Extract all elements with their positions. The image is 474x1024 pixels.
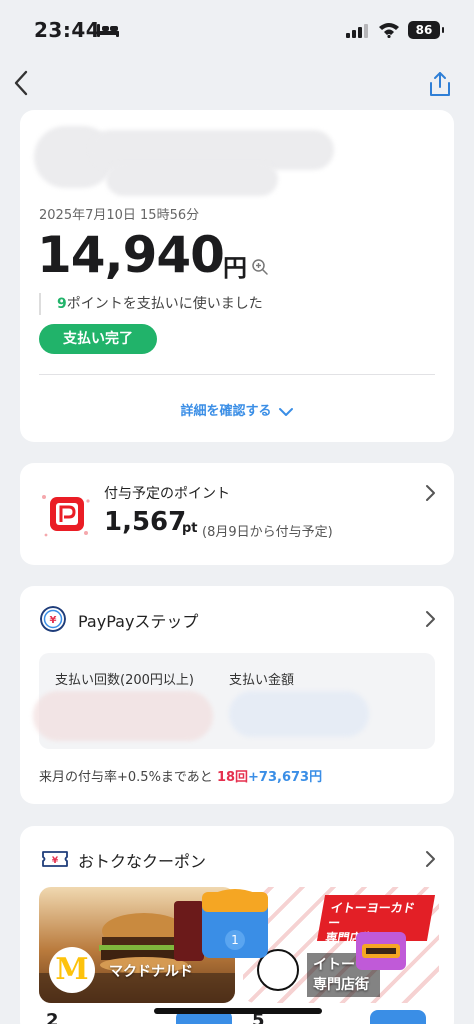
points-used-count: 9 — [57, 296, 67, 312]
merchant-name-redacted-2 — [106, 162, 278, 196]
chevron-down-icon — [278, 407, 293, 416]
step-progress-box: 支払い回数(200円以上) 支払い金額 — [33, 653, 435, 749]
step-note-prefix: 来月の付与率+0.5%まであと — [39, 770, 213, 785]
view-details-link[interactable]: 詳細を確認する — [20, 400, 454, 419]
bottom-action-button-2[interactable] — [370, 1010, 426, 1024]
reward-points-unit: pt — [182, 521, 198, 536]
battery-indicator: 86 — [408, 21, 444, 39]
back-arrow-icon[interactable] — [10, 68, 34, 98]
reward-points-value: 1,567 — [104, 507, 187, 537]
paypay-step-card[interactable]: ¥ PayPayステップ 支払い回数(200円以上) 支払い金額 来月の付与率+… — [20, 586, 454, 804]
svg-text:¥: ¥ — [52, 856, 59, 866]
chevron-right-icon — [426, 611, 435, 627]
reward-title: 付与予定のポイント — [104, 486, 230, 502]
reward-grant-date: (8月9日から付与予定) — [202, 525, 333, 540]
bottom-value-1: 2 — [46, 1010, 59, 1024]
points-used-text: ポイントを支払いに使いました — [66, 296, 263, 312]
wifi-icon — [379, 23, 399, 38]
remaining-count: 18回 — [216, 770, 249, 785]
share-icon[interactable] — [426, 70, 454, 98]
paypay-step-badge-icon: ¥ — [40, 606, 66, 632]
zoom-in-icon[interactable] — [251, 258, 269, 276]
points-used-line: 9ポイントを支払いに使いました — [39, 293, 263, 315]
payment-count-redacted — [33, 691, 213, 741]
mcdonalds-m-logo: M — [55, 952, 89, 987]
coupon-merchant-name: マクドナルド — [109, 964, 193, 980]
svg-text:¥: ¥ — [50, 615, 57, 626]
step-remaining-note: 来月の付与率+0.5%まであと 18回+73,673円 — [39, 766, 322, 785]
payment-summary-card: 2025年7月10日 15時56分 14,940 円 9ポイントを支払いに使いま… — [20, 110, 454, 442]
step-title: PayPayステップ — [78, 612, 199, 631]
reward-points-card[interactable]: 付与予定のポイント 1,567 pt (8月9日から付与予定) — [20, 463, 454, 565]
sleep-mode-icon — [97, 24, 119, 37]
mcdonalds-logo: M — [49, 947, 95, 993]
chevron-right-icon — [426, 485, 435, 501]
coupon-ticket-icon: ¥ — [42, 851, 68, 867]
coupons-title: おトクなクーポン — [78, 852, 207, 871]
view-details-label: 詳細を確認する — [180, 404, 272, 419]
payment-count-label: 支払い回数(200円以上) — [55, 673, 194, 688]
divider — [39, 374, 435, 375]
remaining-amount: +73,673円 — [248, 770, 323, 785]
currency-label: 円 — [223, 254, 247, 282]
payment-amount-label: 支払い金額 — [229, 673, 295, 688]
payment-amount: 14,940 — [37, 226, 225, 284]
cell-signal-icon — [346, 24, 368, 38]
status-bar: 23:44 86 — [0, 0, 474, 60]
chevron-right-icon[interactable] — [424, 850, 436, 868]
clock: 23:44 — [34, 18, 101, 42]
paypay-logo-mark — [50, 497, 84, 531]
home-indicator — [154, 1008, 322, 1014]
gift-box-icon[interactable]: 1 — [198, 884, 272, 964]
payment-amount-redacted — [229, 691, 369, 737]
status-badge: 支払い完了 — [39, 324, 157, 354]
paypay-p-icon — [56, 503, 78, 525]
svg-text:1: 1 — [231, 933, 239, 947]
paypay-logo — [38, 487, 94, 543]
ticket-card-icon[interactable] — [352, 926, 410, 976]
payment-datetime: 2025年7月10日 15時56分 — [39, 208, 200, 223]
